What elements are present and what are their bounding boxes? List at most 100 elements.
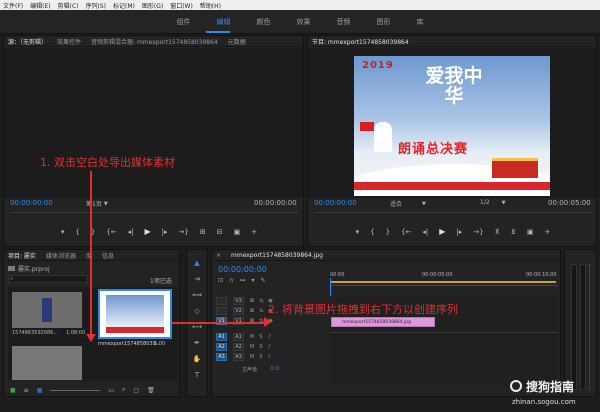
add-icon[interactable]: +: [545, 228, 551, 236]
mark-in-icon[interactable]: ▾: [61, 228, 65, 236]
extract-icon[interactable]: ⊻: [511, 228, 516, 236]
solo-icon[interactable]: S: [259, 344, 262, 350]
mic-icon[interactable]: ♪: [268, 344, 271, 350]
close-icon[interactable]: ×: [216, 252, 221, 259]
go-to-out-icon[interactable]: →}: [179, 228, 189, 236]
solo-icon[interactable]: S: [259, 354, 262, 360]
lift-icon[interactable]: ⊼: [495, 228, 500, 236]
go-to-in-icon[interactable]: {←: [106, 228, 116, 236]
add-icon[interactable]: +: [251, 228, 257, 236]
play-icon[interactable]: ▶: [145, 227, 151, 236]
razor-tool-icon[interactable]: ◇: [192, 306, 202, 316]
workspace-editing[interactable]: 编辑: [217, 17, 231, 27]
master-value[interactable]: 0.0: [271, 366, 279, 372]
chevron-down-icon[interactable]: ▼: [502, 200, 506, 206]
tab-metadata[interactable]: 元数据: [228, 37, 246, 46]
track-label[interactable]: V3: [233, 297, 244, 305]
mark-in-icon[interactable]: ▾: [356, 228, 360, 236]
menu-file[interactable]: 文件(F): [3, 1, 23, 10]
track-label[interactable]: A2: [233, 343, 244, 351]
page-label[interactable]: 第1页: [86, 199, 102, 208]
list-view-icon[interactable]: ≡: [24, 387, 29, 394]
workspace-libraries[interactable]: 库: [417, 17, 424, 27]
media-thumbnail[interactable]: [12, 346, 82, 380]
media-thumbnail[interactable]: [98, 289, 172, 339]
mic-icon[interactable]: ♪: [268, 334, 271, 340]
menu-marker[interactable]: 标记(M): [113, 1, 135, 10]
zoom-slider[interactable]: [50, 389, 101, 391]
tab-effect-controls[interactable]: 效果控件: [57, 37, 81, 46]
track-target[interactable]: [216, 307, 227, 315]
hand-tool-icon[interactable]: ✋: [192, 354, 202, 364]
mute-icon[interactable]: M: [250, 334, 254, 340]
menu-sequence[interactable]: 序列(S): [86, 1, 107, 10]
play-icon[interactable]: ▶: [439, 227, 445, 236]
media-thumbnail[interactable]: [12, 292, 82, 328]
track-target[interactable]: A3: [216, 353, 227, 361]
chevron-down-icon[interactable]: ▼: [104, 201, 108, 207]
track-target[interactable]: A1: [216, 333, 227, 341]
ripple-edit-icon[interactable]: ⟺: [192, 290, 202, 300]
mic-icon[interactable]: ♪: [268, 354, 271, 360]
go-to-in-icon[interactable]: {←: [401, 228, 411, 236]
source-timecode[interactable]: 00:00:00:00: [10, 199, 53, 207]
tab-audio-mixer[interactable]: 音频剪辑混合器: mmexport1574858039864: [91, 37, 218, 46]
mark-out-icon[interactable]: {: [75, 228, 79, 236]
snap-icon[interactable]: ∩: [229, 277, 233, 284]
wrench-icon[interactable]: ✎: [260, 277, 265, 284]
track-label[interactable]: V2: [233, 307, 244, 315]
marker-icon[interactable]: ▾: [251, 277, 254, 284]
workspace-color[interactable]: 颜色: [257, 17, 271, 27]
step-back-icon[interactable]: ◂|: [128, 228, 134, 236]
timeline-ruler[interactable]: 00:00 00:00:05:00 00:00:10:00: [330, 270, 558, 286]
lock-icon[interactable]: ⊠: [250, 308, 254, 314]
lock-icon[interactable]: ⊠: [250, 298, 254, 304]
solo-icon[interactable]: S: [259, 334, 262, 340]
mark-out-icon[interactable]: {: [370, 228, 374, 236]
trash-icon[interactable]: 🗑: [147, 387, 155, 394]
track-target[interactable]: [216, 297, 227, 305]
fit-select[interactable]: 适合: [390, 199, 402, 208]
menu-clip[interactable]: 剪辑(C): [58, 1, 79, 10]
menu-edit[interactable]: 编辑(E): [30, 1, 50, 10]
project-search[interactable]: [8, 275, 88, 283]
timeline-clip[interactable]: mmexport1574858039864.jpg: [331, 317, 435, 327]
tab-info[interactable]: 信息: [102, 251, 114, 260]
type-tool-icon[interactable]: T: [192, 370, 202, 380]
workspace-assembly[interactable]: 组件: [177, 17, 191, 27]
track-label[interactable]: A1: [233, 333, 244, 341]
export-frame-icon[interactable]: ▣: [234, 228, 241, 236]
go-to-out-icon[interactable]: →}: [473, 228, 483, 236]
tab-sequence[interactable]: mmexport1574858039864.jpg: [231, 252, 323, 259]
tab-media-browser[interactable]: 媒体浏览器: [46, 251, 76, 260]
program-timecode[interactable]: 00:00:00:00: [314, 199, 357, 207]
workspace-graphics[interactable]: 图形: [377, 17, 391, 27]
tab-program[interactable]: 节目: mmexport1574858039864: [312, 37, 409, 46]
mute-icon[interactable]: M: [250, 354, 254, 360]
pen-tool-icon[interactable]: ✒: [192, 338, 202, 348]
menu-graphics[interactable]: 图形(G): [142, 1, 163, 10]
step-in-icon[interactable]: }: [386, 228, 390, 236]
overwrite-icon[interactable]: ⊟: [217, 228, 223, 236]
workspace-audio[interactable]: 音频: [337, 17, 351, 27]
source-scrubber[interactable]: [10, 212, 298, 218]
step-back-icon[interactable]: ◂|: [422, 228, 428, 236]
resolution-select[interactable]: 1/2: [480, 199, 490, 206]
menu-help[interactable]: 帮助(H): [200, 1, 221, 10]
sync-icon[interactable]: ⇆: [259, 308, 263, 314]
work-area-bar[interactable]: [330, 281, 556, 283]
insert-icon[interactable]: ⊞: [200, 228, 206, 236]
new-item-icon[interactable]: ▢: [133, 387, 139, 394]
new-bin-icon[interactable]: ▭: [108, 387, 114, 394]
workspace-effects[interactable]: 效果: [297, 17, 311, 27]
icon-view-icon[interactable]: ▦: [37, 387, 43, 394]
export-frame-icon[interactable]: ▣: [527, 228, 534, 236]
lock-icon[interactable]: ■: [10, 387, 16, 394]
search-icon[interactable]: ⌕: [122, 386, 125, 394]
tab-project[interactable]: 项目: 屡实: [8, 251, 36, 260]
step-forward-icon[interactable]: |▸: [162, 228, 168, 236]
mute-icon[interactable]: M: [250, 344, 254, 350]
chevron-down-icon[interactable]: ▼: [422, 201, 426, 207]
tab-source[interactable]: 源：（无剪辑）: [8, 37, 47, 46]
source-viewer[interactable]: [4, 48, 303, 198]
